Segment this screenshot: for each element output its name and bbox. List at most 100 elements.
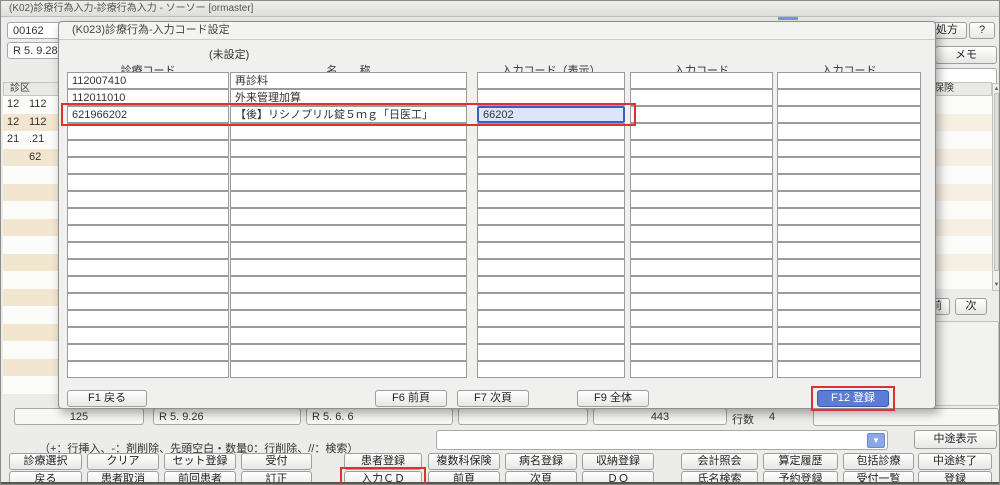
list-item[interactable]	[929, 184, 992, 202]
dialog-cell[interactable]	[630, 327, 773, 344]
chuto-display-button[interactable]: 中途表示	[914, 430, 997, 449]
chevron-down-icon[interactable]: ▼	[867, 433, 885, 448]
dialog-cell[interactable]	[67, 361, 229, 378]
dialog-cell[interactable]	[630, 140, 773, 157]
fn-button-r1-2[interactable]: セット登録	[164, 453, 236, 470]
dialog-cell[interactable]	[630, 361, 773, 378]
dialog-cell[interactable]	[477, 242, 625, 259]
dialog-cell[interactable]	[477, 293, 625, 310]
dialog-cell[interactable]	[67, 344, 229, 361]
dialog-cell[interactable]	[777, 174, 921, 191]
dialog-cell[interactable]	[777, 276, 921, 293]
dialog-cell[interactable]	[777, 191, 921, 208]
dialog-cell[interactable]	[777, 344, 921, 361]
dialog-cell[interactable]	[230, 242, 467, 259]
dialog-cell[interactable]	[230, 191, 467, 208]
dialog-cell[interactable]	[630, 310, 773, 327]
dialog-cell[interactable]	[230, 259, 467, 276]
dialog-cell[interactable]	[630, 174, 773, 191]
dialog-cell[interactable]	[230, 157, 467, 174]
dialog-cell[interactable]	[67, 157, 229, 174]
dialog-cell[interactable]	[477, 191, 625, 208]
dialog-cell[interactable]	[230, 361, 467, 378]
dialog-cell[interactable]	[477, 157, 625, 174]
dialog-cell[interactable]	[630, 89, 773, 106]
dialog-cell[interactable]	[230, 123, 467, 140]
scrollbar-thumb[interactable]	[994, 93, 999, 271]
dialog-cell[interactable]	[477, 123, 625, 140]
fn-button-r1-8[interactable]: 会計照会	[681, 453, 758, 470]
dialog-cell[interactable]	[477, 361, 625, 378]
fn-button-r1-5[interactable]: 複数科保険	[428, 453, 500, 470]
dialog-cell[interactable]	[477, 140, 625, 157]
dialog-cell[interactable]	[477, 310, 625, 327]
f1-back-button[interactable]: F1 戻る	[67, 390, 147, 407]
dialog-cell[interactable]	[630, 157, 773, 174]
hoken-scrollbar[interactable]: ▲ ▼	[992, 83, 1000, 291]
help-button[interactable]: ?	[969, 22, 995, 39]
fn-button-r1-7[interactable]: 収納登録	[582, 453, 654, 470]
dialog-cell[interactable]	[477, 327, 625, 344]
list-item[interactable]	[929, 96, 992, 114]
dialog-cell[interactable]	[630, 293, 773, 310]
dialog-cell[interactable]: 621966202	[67, 106, 229, 123]
quick-input-combobox[interactable]: ▼	[436, 430, 888, 450]
dialog-cell[interactable]: 【後】リシノプリル錠５ｍｇ「日医工」	[230, 106, 467, 123]
dialog-cell[interactable]	[777, 242, 921, 259]
f7-next-page-button[interactable]: F7 次頁	[457, 390, 529, 407]
dialog-cell[interactable]	[777, 225, 921, 242]
dialog-cell[interactable]	[777, 327, 921, 344]
dialog-cell[interactable]	[630, 208, 773, 225]
dialog-cell[interactable]	[630, 242, 773, 259]
dialog-cell[interactable]	[777, 208, 921, 225]
dialog-cell[interactable]: 再診料	[230, 72, 467, 89]
scroll-down-icon[interactable]: ▼	[993, 281, 1000, 289]
dialog-cell[interactable]	[777, 72, 921, 89]
dialog-cell[interactable]	[777, 157, 921, 174]
fn-button-r1-11[interactable]: 中途終了	[918, 453, 992, 470]
dialog-cell[interactable]	[230, 293, 467, 310]
list-item[interactable]	[929, 219, 992, 237]
dialog-cell[interactable]	[230, 344, 467, 361]
dialog-cell[interactable]	[477, 225, 625, 242]
dialog-cell[interactable]	[67, 242, 229, 259]
fn-button-r1-3[interactable]: 受付	[241, 453, 312, 470]
dialog-cell[interactable]	[777, 310, 921, 327]
memo-button[interactable]: メモ	[935, 46, 997, 64]
list-item[interactable]	[929, 166, 992, 184]
dialog-cell[interactable]	[67, 208, 229, 225]
dialog-cell[interactable]	[67, 259, 229, 276]
dialog-cell[interactable]	[230, 276, 467, 293]
dialog-cell[interactable]	[67, 140, 229, 157]
dialog-cell[interactable]	[630, 225, 773, 242]
dialog-cell[interactable]	[777, 89, 921, 106]
dialog-cell[interactable]	[67, 276, 229, 293]
dialog-cell[interactable]	[477, 344, 625, 361]
fn-button-r1-1[interactable]: クリア	[87, 453, 159, 470]
dialog-cell[interactable]	[630, 72, 773, 89]
dialog-cell[interactable]	[477, 174, 625, 191]
dialog-cell[interactable]	[67, 225, 229, 242]
dialog-cell[interactable]	[477, 72, 625, 89]
dialog-cell[interactable]	[477, 208, 625, 225]
dialog-cell[interactable]	[67, 191, 229, 208]
dialog-cell[interactable]	[777, 361, 921, 378]
dialog-cell[interactable]	[230, 310, 467, 327]
dialog-cell[interactable]	[777, 123, 921, 140]
dialog-cell[interactable]	[630, 106, 773, 123]
dialog-cell[interactable]	[777, 259, 921, 276]
fn-button-r1-10[interactable]: 包括診療	[843, 453, 914, 470]
dialog-cell[interactable]	[67, 327, 229, 344]
dialog-cell[interactable]	[777, 293, 921, 310]
dialog-cell[interactable]	[230, 208, 467, 225]
dialog-cell[interactable]	[67, 174, 229, 191]
dialog-cell[interactable]	[777, 140, 921, 157]
scroll-up-icon[interactable]: ▲	[993, 85, 1000, 93]
dialog-cell[interactable]	[630, 276, 773, 293]
list-item[interactable]	[929, 131, 992, 149]
dialog-cell[interactable]	[230, 174, 467, 191]
dialog-cell[interactable]	[477, 276, 625, 293]
f12-register-button[interactable]: F12 登録	[817, 390, 889, 407]
dialog-cell[interactable]: 112011010	[67, 89, 229, 106]
list-item[interactable]	[929, 236, 992, 254]
